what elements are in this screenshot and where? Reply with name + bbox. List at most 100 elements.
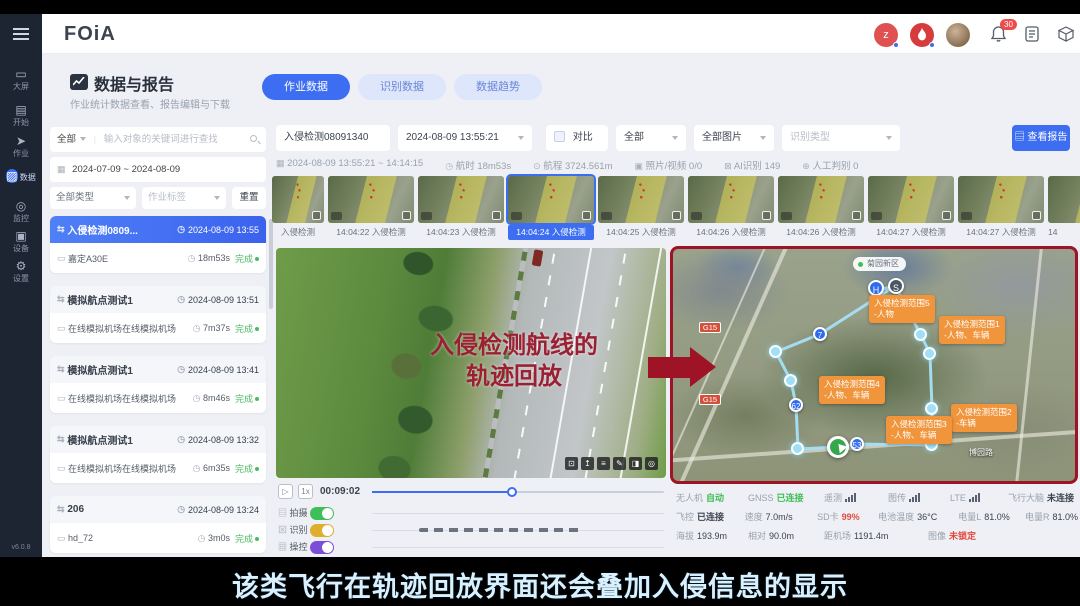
waypoint-marker[interactable]: 7 xyxy=(813,327,827,341)
route-icon: ⇆ xyxy=(57,504,65,515)
frame-thumbnail[interactable]: 14:04:23 入侵检测 xyxy=(418,176,504,240)
job-search-input[interactable]: 入侵检测08091340 xyxy=(276,125,390,151)
user-avatar[interactable]: z xyxy=(874,23,898,47)
start-marker[interactable]: S xyxy=(888,278,904,294)
sidebar-item-dashboard[interactable]: ▭ 大屏 xyxy=(0,68,42,92)
crop-icon[interactable]: ⊡ xyxy=(565,457,578,470)
frame-thumbnail[interactable]: 14:04:27 入侵检测 xyxy=(868,176,954,240)
job-tag-filter[interactable]: 作业标签 xyxy=(142,187,226,209)
sidebar-item-mission[interactable]: ➤ 作业 xyxy=(0,135,42,159)
ai-badge-icon xyxy=(601,212,612,220)
upload-icon[interactable]: ↥ xyxy=(581,457,594,470)
control-toggle[interactable] xyxy=(310,541,334,554)
intrusion-zone-label[interactable]: 入侵检测范围2-车辆 xyxy=(951,404,1017,432)
expand-icon[interactable] xyxy=(942,211,951,220)
intrusion-zone-label[interactable]: 入侵检测范围4-人物、车辆 xyxy=(819,376,885,404)
list-icon[interactable]: ≡ xyxy=(597,457,610,470)
reset-button[interactable]: 重置 xyxy=(232,187,266,209)
contrast-icon[interactable]: ◨ xyxy=(629,457,642,470)
frame-thumbnail[interactable]: 入侵检测 xyxy=(272,176,324,240)
recognition-type-select[interactable]: 识别类型 xyxy=(782,125,900,151)
speed-button[interactable]: 1x xyxy=(298,484,313,499)
job-card[interactable]: ⇆ 206 ◷ 2024-08-09 13:24 ▭ hd_72 ◷ 3m0s … xyxy=(50,496,266,553)
notification-bell-icon[interactable]: 30 xyxy=(990,25,1007,48)
clock-icon: ◷ xyxy=(177,504,185,515)
job-card-header[interactable]: ⇆ 入侵检测0809... ◷ 2024-08-09 13:55 xyxy=(50,216,266,243)
frame-thumbnail[interactable]: 14:04:27 入侵检测 xyxy=(958,176,1044,240)
expand-icon[interactable] xyxy=(582,211,591,220)
frame-thumbnail[interactable]: 14:04:22 入侵检测 xyxy=(328,176,414,240)
job-card-detail[interactable]: ▭ 嘉定A30E ◷ 18m53s 完成 xyxy=(50,243,266,273)
sidebar-item-data[interactable]: ▨ 数据 xyxy=(6,163,36,189)
object-type-select[interactable]: 全部 xyxy=(57,134,76,145)
sidebar-item-start[interactable]: ▤ 开始 xyxy=(0,104,42,128)
data-icon: ▨ xyxy=(6,169,17,183)
drone-position-marker[interactable] xyxy=(827,436,849,458)
tab-data-trend[interactable]: 数据趋势 xyxy=(454,74,542,100)
intrusion-zone-label[interactable]: 入侵检测范围1-人物、车辆 xyxy=(939,316,1005,344)
flight-time-select[interactable]: 2024-08-09 13:55:21 xyxy=(398,125,532,151)
apps-cube-icon[interactable] xyxy=(1057,25,1075,48)
object-search-input[interactable]: 输入对象的关键词进行查找 xyxy=(104,134,218,145)
flight-meta-row: ▦ 2024-08-09 13:55:21 ~ 14:14:15 ◷ 航时 18… xyxy=(276,158,1076,172)
expand-icon[interactable] xyxy=(402,211,411,220)
ai-icon: ⊠ xyxy=(724,161,732,171)
frame-thumbnail[interactable]: 14:04:26 入侵检测 xyxy=(688,176,774,240)
expand-icon[interactable] xyxy=(312,211,321,220)
expand-icon[interactable] xyxy=(672,211,681,220)
job-card[interactable]: ⇆ 入侵检测0809... ◷ 2024-08-09 13:55 ▭ 嘉定A30… xyxy=(50,216,266,273)
tab-job-data[interactable]: 作业数据 xyxy=(262,74,350,100)
progress-slider[interactable] xyxy=(372,491,664,493)
report-chart-icon xyxy=(70,74,88,90)
expand-icon[interactable] xyxy=(492,211,501,220)
tab-recognition-data[interactable]: 识别数据 xyxy=(358,74,446,100)
sidebar-item-device[interactable]: ▣ 设备 xyxy=(0,230,42,254)
menu-toggle-icon[interactable] xyxy=(13,28,29,30)
track-control: ▦ 操控 xyxy=(278,540,334,554)
sidebar-item-monitor[interactable]: ◎ 监控 xyxy=(0,200,42,224)
profile-avatar[interactable] xyxy=(946,23,970,47)
pin-icon[interactable]: ◎ xyxy=(645,457,658,470)
video-player[interactable]: 入侵检测航线的 轨迹回放 ⊡ ↥ ≡ ✎ ◨ ◎ xyxy=(276,248,666,478)
clock-icon: ◷ xyxy=(445,161,453,171)
job-card[interactable]: ⇆ 模拟航点测试1 ◷ 2024-08-09 13:51 ▭ 在线模拟机场在线模… xyxy=(50,286,266,343)
job-card[interactable]: ⇆ 模拟航点测试1 ◷ 2024-08-09 13:32 ▭ 在线模拟机场在线模… xyxy=(50,426,266,483)
capture-toggle[interactable] xyxy=(310,507,334,520)
topbar: FOiA z 30 xyxy=(42,14,1080,54)
compare-checkbox[interactable]: 对比 xyxy=(546,125,608,151)
thumbnail-image xyxy=(778,176,864,223)
status-badge: 完成 xyxy=(235,532,259,545)
media-icon: ▣ xyxy=(635,161,644,171)
expand-icon[interactable] xyxy=(852,211,861,220)
date-range-picker[interactable]: ▦ 2024-07-09 ~ 2024-08-09 xyxy=(50,157,266,182)
track-recognition: ⊠ 识别 xyxy=(278,523,334,537)
media-select[interactable]: 全部图片 xyxy=(694,125,774,151)
object-search-box[interactable]: 全部 | 输入对象的关键词进行查找 xyxy=(50,127,266,152)
intrusion-zone-label[interactable]: 入侵检测范围3-人物、车辆 xyxy=(886,416,952,444)
home-marker[interactable]: H xyxy=(868,280,884,296)
intrusion-zone-label[interactable]: 入侵检测范围5-人物 xyxy=(869,295,935,323)
edit-icon[interactable]: ✎ xyxy=(613,457,626,470)
clock-icon: ◷ xyxy=(177,364,185,375)
frame-thumbnail[interactable]: 14:04:25 入侵检测 xyxy=(598,176,684,240)
sidebar-item-settings[interactable]: ⚙ 设置 xyxy=(0,260,42,284)
view-report-button[interactable]: ▤ 查看报告 xyxy=(1012,125,1070,151)
job-type-filter[interactable]: 全部类型 xyxy=(50,187,136,209)
frame-thumbnail[interactable]: 14 xyxy=(1048,176,1080,240)
frame-thumbnail[interactable]: 14:04:26 入侵检测 xyxy=(778,176,864,240)
org-avatar[interactable] xyxy=(910,23,934,47)
status-badge: 完成 xyxy=(235,392,259,405)
job-card[interactable]: ⇆ 模拟航点测试1 ◷ 2024-08-09 13:41 ▭ 在线模拟机场在线模… xyxy=(50,356,266,413)
document-icon[interactable] xyxy=(1024,25,1040,48)
recognition-toggle[interactable] xyxy=(310,524,334,537)
play-button[interactable]: ▷ xyxy=(278,484,293,499)
scope-select[interactable]: 全部 xyxy=(616,125,686,151)
waypoint-marker[interactable]: 62 xyxy=(789,398,803,412)
waypoint-marker[interactable]: 53 xyxy=(850,437,864,451)
trajectory-map[interactable]: 菊园新区 H S 7 62 53 入侵检测范围5-人物 入侵检测范围1-人物、车… xyxy=(670,246,1078,484)
frame-thumbnail-selected[interactable]: 14:04:24 入侵检测 xyxy=(508,176,594,240)
expand-icon[interactable] xyxy=(762,211,771,220)
report-icon: ▤ xyxy=(1015,132,1025,143)
expand-icon[interactable] xyxy=(1032,211,1041,220)
progress-knob[interactable] xyxy=(507,487,517,497)
